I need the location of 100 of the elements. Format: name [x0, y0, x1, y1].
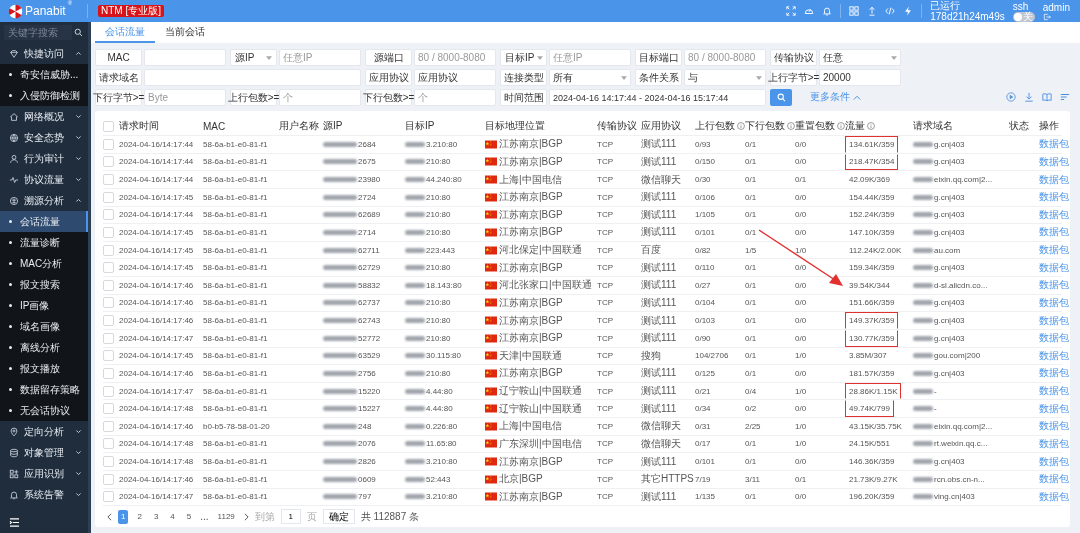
sidebar-search-field[interactable]: 关键字搜索 — [4, 25, 72, 40]
page-button[interactable]: 2 — [134, 509, 145, 524]
redaction-blur — [323, 441, 357, 447]
checkbox[interactable] — [103, 174, 114, 186]
checkbox[interactable] — [103, 385, 114, 397]
checkbox[interactable] — [103, 438, 114, 450]
sidebar-submenu-item[interactable]: MAC分析 — [0, 253, 88, 274]
sidebar-menu-item[interactable]: 安全态势 — [0, 127, 88, 148]
sidebar-submenu-item[interactable]: 流量诊断 — [0, 232, 88, 253]
checkbox[interactable] — [103, 262, 114, 274]
checkbox[interactable] — [103, 191, 114, 203]
table-cell-text: 24.15K/551 — [848, 438, 891, 451]
select-field[interactable]: 所有 — [549, 69, 631, 86]
next-page-icon[interactable] — [243, 512, 249, 521]
redaction-blur — [323, 177, 357, 183]
sidebar-menu-item[interactable]: 协议流量 — [0, 169, 88, 190]
sidebar-submenu-item[interactable]: 无会话协议 — [0, 400, 88, 421]
input-field[interactable]: 个 — [414, 89, 496, 106]
page-button[interactable]: 5 — [183, 509, 195, 524]
page-button[interactable]: 1129 — [214, 509, 238, 524]
info-icon[interactable] — [837, 122, 845, 130]
sidebar-menu-item[interactable]: 对象管理 — [0, 442, 88, 463]
table-cell: 3.210:80 — [426, 492, 458, 502]
input-field[interactable]: Byte — [144, 89, 226, 106]
sidebar-menu-item[interactable]: 定向分析 — [0, 421, 88, 442]
info-icon[interactable] — [787, 122, 795, 130]
sidebar-submenu-item[interactable]: 域名画像 — [0, 316, 88, 337]
sidebar-menu-item[interactable]: 应用识别 — [0, 463, 88, 484]
field-type-select[interactable]: 源IP — [230, 49, 277, 66]
logout-icon[interactable] — [1042, 12, 1051, 21]
checkbox[interactable] — [103, 403, 114, 415]
book-icon[interactable] — [1042, 92, 1052, 102]
checkbox[interactable] — [103, 332, 114, 344]
sort-icon[interactable] — [1060, 92, 1070, 102]
upload-icon[interactable] — [867, 6, 878, 16]
page-button[interactable]: 3 — [150, 509, 162, 524]
checkbox[interactable] — [103, 491, 114, 503]
sidebar-submenu-item[interactable]: 会话流量 — [0, 211, 88, 232]
sidebar-submenu-item[interactable]: 入侵防御检测 — [0, 85, 88, 106]
table-cell-text: 1/135 — [695, 492, 717, 502]
menu-icon[interactable] — [9, 517, 20, 527]
lightning-icon[interactable] — [903, 6, 914, 16]
checkbox[interactable] — [103, 209, 114, 221]
table-cell: 210:80 — [426, 316, 451, 326]
code-icon[interactable] — [885, 6, 896, 16]
input-field[interactable]: 20000 — [819, 69, 901, 86]
search-button[interactable] — [770, 89, 792, 106]
sidebar-menu-item[interactable]: 溯源分析 — [0, 190, 88, 211]
checkbox[interactable] — [103, 456, 114, 468]
input-field[interactable]: 80 / 8000-8080 — [684, 49, 766, 66]
table-cell-text: 58-6a-b1-e0-81-f1 — [203, 369, 269, 378]
sidebar-submenu-item[interactable]: 报文播放 — [0, 358, 88, 379]
sidebar-menu-item[interactable]: 系统告警 — [0, 484, 88, 505]
apps-icon[interactable] — [849, 6, 860, 16]
checkbox[interactable] — [103, 297, 114, 309]
info-icon[interactable] — [737, 122, 745, 130]
input-field[interactable] — [144, 69, 361, 86]
checkbox[interactable] — [103, 350, 114, 362]
confirm-button[interactable]: 确定 — [322, 509, 355, 525]
input-field[interactable]: 个 — [279, 89, 361, 106]
checkbox[interactable] — [103, 227, 114, 238]
search-icon[interactable] — [74, 28, 83, 37]
checkbox[interactable] — [103, 120, 114, 132]
sidebar-submenu-item[interactable]: 离线分析 — [0, 337, 88, 358]
bell-icon[interactable] — [822, 6, 833, 16]
sidebar-submenu-item[interactable]: 数据留存策略 — [0, 379, 88, 400]
field-type-select[interactable]: 目标IP — [500, 49, 547, 66]
sidebar-menu-item[interactable]: 网络概况 — [0, 106, 88, 127]
input-field[interactable]: 应用协议 — [414, 69, 496, 86]
play-icon[interactable] — [1006, 92, 1016, 102]
info-icon[interactable] — [867, 122, 875, 130]
input-field[interactable]: 任意IP — [279, 49, 361, 66]
tab[interactable]: 当前会话 — [155, 22, 215, 43]
checkbox[interactable] — [103, 420, 114, 432]
redaction-blur — [323, 247, 357, 253]
page-input[interactable]: 1 — [280, 509, 301, 525]
fullscreen-icon[interactable] — [786, 6, 797, 16]
sidebar-submenu-item[interactable]: 报文搜索 — [0, 274, 88, 295]
previous-page-icon[interactable] — [107, 512, 112, 521]
select-field[interactable]: 任意 — [819, 49, 901, 66]
sidebar-menu-item[interactable]: 行为审计 — [0, 148, 88, 169]
checkbox[interactable] — [103, 368, 114, 379]
download-icon[interactable] — [1024, 92, 1034, 102]
select-field[interactable]: 与 — [684, 69, 766, 86]
input-field[interactable]: 2024-04-16 14:17:44 - 2024-04-16 15:17:44 — [549, 89, 766, 106]
checkbox[interactable] — [103, 244, 114, 256]
checkbox[interactable] — [103, 156, 114, 168]
checkbox[interactable] — [103, 138, 114, 150]
input-field[interactable]: 任意IP — [549, 49, 631, 66]
sidebar-submenu-item[interactable]: 奇安信威胁... — [0, 64, 88, 85]
input-field[interactable]: 80 / 8000-8080 — [414, 49, 496, 66]
sidebar-menu-item[interactable]: 快捷访问 — [0, 43, 88, 64]
checkbox[interactable] — [103, 473, 114, 485]
chevron-icon — [75, 134, 82, 141]
table-cell: 4.44:80 — [426, 386, 453, 396]
input-field[interactable] — [144, 49, 226, 66]
checkbox[interactable] — [103, 279, 114, 291]
sidebar-submenu-item[interactable]: IP画像 — [0, 295, 88, 316]
page-button[interactable]: 4 — [167, 509, 178, 524]
checkbox[interactable] — [103, 315, 114, 327]
